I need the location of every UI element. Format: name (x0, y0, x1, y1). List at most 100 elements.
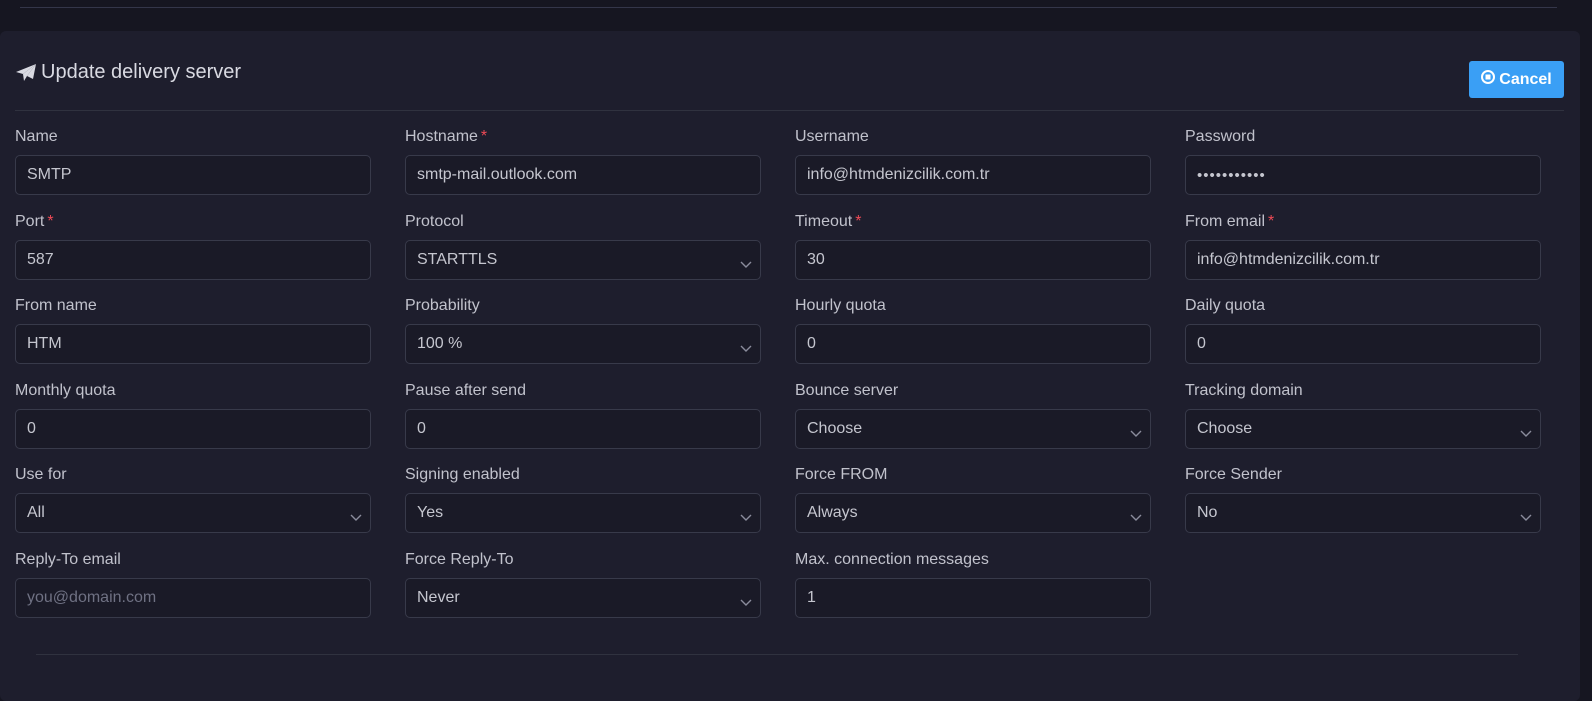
tracking-domain-select[interactable]: Choose (1185, 408, 1541, 449)
port-label-text: Port (15, 212, 45, 230)
field-value: info@htmdenizcilik.com.tr (807, 166, 990, 183)
max-connection-messages-label: Max. connection messages (795, 550, 1151, 569)
field-value: Choose (1197, 419, 1253, 437)
hostname-input[interactable]: smtp-mail.outlook.com (405, 155, 761, 195)
reply-to-email-input[interactable]: you@domain.com (15, 577, 371, 618)
pause-after-send-input[interactable]: 0 (405, 408, 761, 449)
field-protocol: Protocol STARTTLS (405, 212, 761, 297)
monthly-quota-label-text: Monthly quota (15, 381, 116, 399)
field-timeout: Timeout * 30 (795, 212, 1151, 297)
timeout-input[interactable]: 30 (795, 239, 1151, 280)
protocol-select[interactable]: STARTTLS (405, 239, 761, 280)
hostname-label-text: Hostname (405, 128, 478, 145)
force-sender-label: Force Sender (1185, 465, 1541, 484)
field-force-from: Force FROM Always (795, 465, 1151, 550)
username-label: Username (795, 127, 1151, 146)
from-name-label: From name (15, 296, 371, 315)
field-name: Name SMTP (15, 127, 371, 212)
field-value: 0 (1197, 335, 1206, 352)
chevron-down-icon (740, 340, 752, 358)
monthly-quota-input[interactable]: 0 (15, 408, 371, 449)
field-value: SMTP (27, 166, 72, 183)
hostname-label: Hostname * (405, 127, 761, 146)
daily-quota-label: Daily quota (1185, 296, 1541, 315)
field-value: No (1197, 504, 1218, 521)
field-force-sender: Force Sender No (1185, 465, 1541, 550)
force-reply-to-label-text: Force Reply-To (405, 550, 514, 568)
field-value: Choose (807, 419, 863, 437)
password-label-text: Password (1185, 128, 1256, 145)
update-delivery-server-panel: Update delivery server Cancel Name SMTP Ho… (0, 31, 1580, 701)
field-port: Port * 587 (15, 212, 371, 297)
force-from-select[interactable]: Always (795, 493, 1151, 533)
probability-label-text: Probability (405, 297, 480, 314)
field-value: 100 % (417, 335, 463, 352)
from-name-label-text: From name (15, 297, 97, 314)
reply-to-email-label: Reply-To email (15, 550, 371, 569)
port-input[interactable]: 587 (15, 239, 371, 280)
hourly-quota-label-text: Hourly quota (795, 297, 886, 314)
chevron-down-icon (740, 256, 752, 274)
field-from-name: From name HTM (15, 296, 371, 381)
field-value: info@htmdenizcilik.com.tr (1197, 250, 1380, 268)
daily-quota-input[interactable]: 0 (1185, 324, 1541, 364)
password-field[interactable]: ••••••••••• (1185, 155, 1541, 195)
timeout-label-text: Timeout (795, 212, 853, 230)
force-sender-select[interactable]: No (1185, 493, 1541, 533)
tracking-domain-label-text: Tracking domain (1185, 381, 1303, 399)
force-reply-to-label: Force Reply-To (405, 550, 761, 569)
field-value: 0 (417, 419, 426, 437)
required-asterisk: * (47, 212, 54, 230)
name-input[interactable]: SMTP (15, 155, 371, 195)
field-monthly-quota: Monthly quota 0 (15, 381, 371, 466)
protocol-label: Protocol (405, 212, 761, 231)
field-value: 587 (27, 250, 54, 268)
signing-enabled-select[interactable]: Yes (405, 493, 761, 533)
use-for-select[interactable]: All (15, 493, 371, 533)
pause-after-send-label-text: Pause after send (405, 381, 526, 399)
signing-enabled-label: Signing enabled (405, 465, 761, 484)
field-signing-enabled: Signing enabled Yes (405, 465, 761, 550)
cancel-label: Cancel (1499, 70, 1552, 88)
cancel-button[interactable]: Cancel (1469, 61, 1564, 98)
required-asterisk: * (1268, 212, 1275, 230)
field-value: ••••••••••• (1197, 166, 1266, 184)
bounce-server-select[interactable]: Choose (795, 408, 1151, 449)
force-reply-to-select[interactable]: Never (405, 577, 761, 618)
field-password: Password ••••••••••• (1185, 127, 1541, 212)
field-value: Always (807, 504, 858, 521)
max-connection-messages-input[interactable]: 1 (795, 577, 1151, 618)
from-email-input[interactable]: info@htmdenizcilik.com.tr (1185, 239, 1541, 280)
daily-quota-label-text: Daily quota (1185, 297, 1266, 314)
field-hostname: Hostname * smtp-mail.outlook.com (405, 127, 761, 212)
field-value: Never (417, 588, 460, 606)
field-bounce-server: Bounce server Choose (795, 381, 1151, 466)
field-reply-to-email: Reply-To email you@domain.com (15, 550, 371, 635)
tracking-domain-label: Tracking domain (1185, 381, 1541, 400)
field-value: Yes (417, 504, 444, 521)
bounce-server-label-text: Bounce server (795, 381, 899, 399)
max-connection-messages-label-text: Max. connection messages (795, 550, 989, 568)
hourly-quota-label: Hourly quota (795, 296, 1151, 315)
field-from-email: From email * info@htmdenizcilik.com.tr (1185, 212, 1541, 297)
field-username: Username info@htmdenizcilik.com.tr (795, 127, 1151, 212)
chevron-down-icon (350, 509, 362, 527)
timeout-label: Timeout * (795, 212, 1151, 231)
force-from-label-text: Force FROM (795, 466, 888, 483)
field-tracking-domain: Tracking domain Choose (1185, 381, 1541, 466)
panel-header: Update delivery server Cancel (15, 31, 1564, 111)
from-name-input[interactable]: HTM (15, 324, 371, 364)
force-sender-label-text: Force Sender (1185, 466, 1282, 483)
password-label: Password (1185, 127, 1541, 146)
chevron-down-icon (1130, 425, 1142, 443)
circle-stop-icon (1481, 70, 1496, 89)
delivery-server-form: Name SMTP Hostname * smtp-mail.outlook.com Us… (15, 127, 1564, 634)
signing-enabled-label-text: Signing enabled (405, 466, 520, 483)
force-from-label: Force FROM (795, 465, 1151, 484)
top-divider (20, 7, 1557, 8)
username-input[interactable]: info@htmdenizcilik.com.tr (795, 155, 1151, 195)
hourly-quota-input[interactable]: 0 (795, 324, 1151, 364)
probability-select[interactable]: 100 % (405, 324, 761, 364)
field-value: smtp-mail.outlook.com (417, 166, 578, 183)
bottom-divider (36, 654, 1518, 655)
